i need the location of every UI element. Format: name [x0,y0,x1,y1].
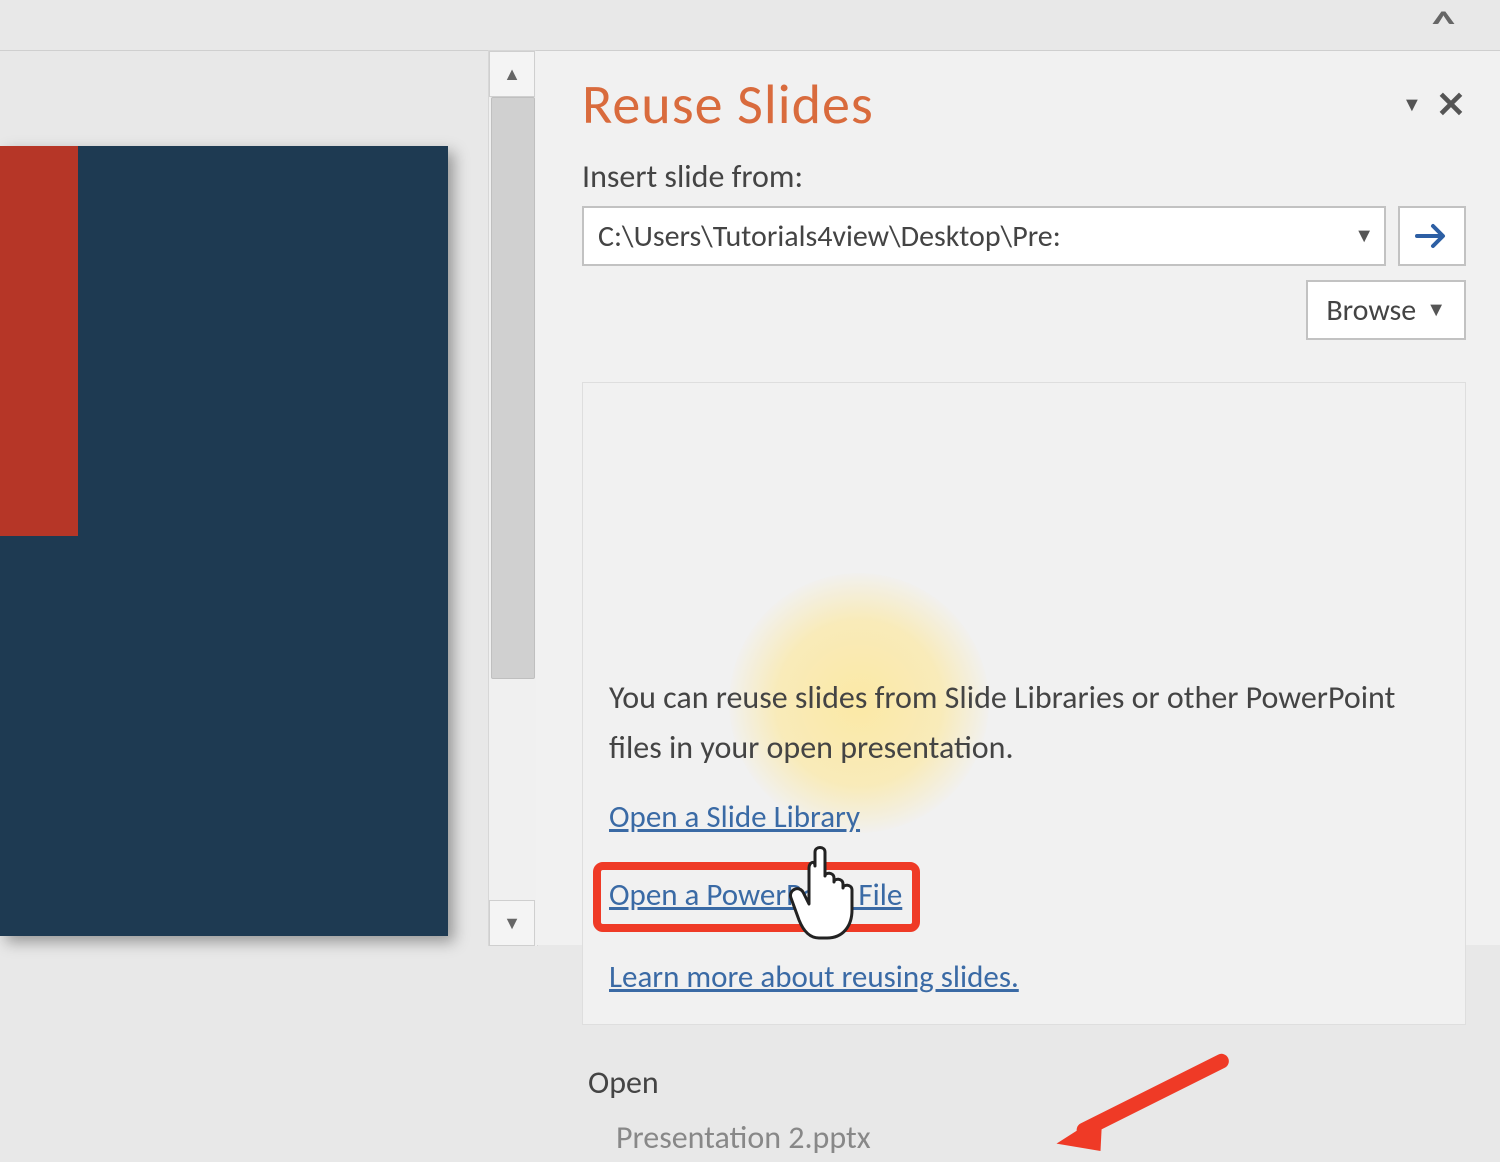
slide-canvas[interactable] [0,146,448,936]
scroll-track[interactable] [489,97,537,900]
slide-edit-area [0,50,488,946]
panel-title: Reuse Slides [582,71,874,139]
path-row: C:\Users\Tutorials4view\Desktop\Pre: ▼ [582,206,1466,266]
browse-label: Browse [1326,292,1416,329]
panel-header: Reuse Slides ▼ ✕ [582,71,1466,139]
collapse-ribbon-caret[interactable]: ^ [1432,4,1456,45]
annotation-red-box: Open a PowerPoint File [593,862,920,932]
open-recent-item[interactable]: Presentation 2.pptx [588,1118,1466,1157]
info-box: You can reuse slides from Slide Librarie… [582,382,1466,1025]
arrow-right-icon [1415,222,1449,250]
close-panel-icon[interactable]: ✕ [1436,96,1466,114]
scroll-thumb[interactable] [491,97,535,679]
open-section-title: Open [588,1063,1466,1102]
insert-from-label: Insert slide from: [582,157,1466,196]
open-section: Open Presentation 2.pptx [582,1063,1466,1157]
reuse-slides-panel: Reuse Slides ▼ ✕ Insert slide from: C:\U… [536,50,1500,945]
chevron-down-icon: ▼ [1354,224,1374,248]
panel-controls: ▼ ✕ [1402,93,1466,117]
panel-options-dropdown-icon[interactable]: ▼ [1402,93,1422,117]
scroll-down-button[interactable]: ▼ [489,900,535,946]
chevron-down-icon: ▼ [1426,298,1446,322]
go-button[interactable] [1398,206,1466,266]
info-text: You can reuse slides from Slide Librarie… [609,673,1439,772]
browse-row: Browse ▼ [582,280,1466,340]
open-slide-library-link[interactable]: Open a Slide Library [609,798,1439,836]
path-value: C:\Users\Tutorials4view\Desktop\Pre: [598,218,1061,255]
scroll-up-button[interactable]: ▲ [489,51,535,97]
browse-button[interactable]: Browse ▼ [1306,280,1466,340]
vertical-scrollbar[interactable]: ▲ ▼ [488,50,538,946]
open-powerpoint-row: Open a PowerPoint File [609,862,1439,932]
open-powerpoint-file-link[interactable]: Open a PowerPoint File [609,876,902,914]
slide-red-block [0,146,78,536]
path-dropdown[interactable]: C:\Users\Tutorials4view\Desktop\Pre: ▼ [582,206,1386,266]
learn-more-link[interactable]: Learn more about reusing slides. [609,958,1439,996]
